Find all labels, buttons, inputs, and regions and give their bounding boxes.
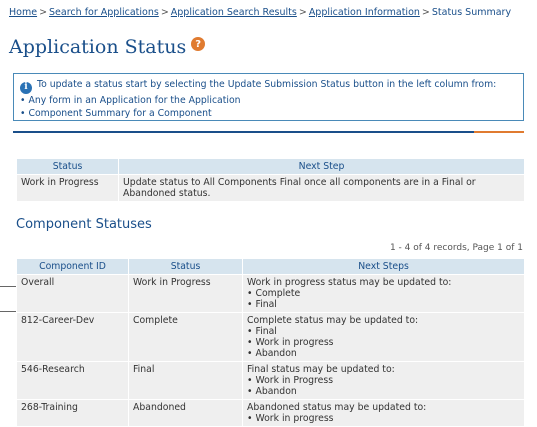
- application-status-table: Status Next Step Work in Progress Update…: [16, 158, 525, 202]
- info-icon: i: [20, 81, 32, 94]
- table-row: Work in Progress Update status to All Co…: [16, 174, 525, 202]
- column-header-status: Status: [16, 158, 119, 175]
- next-step-cell: Update status to All Components Final on…: [118, 174, 525, 202]
- option-text: Work in progress: [255, 337, 334, 348]
- component-id-cell: 268-Training: [16, 399, 129, 427]
- next-steps-option: • Final: [247, 326, 277, 337]
- table-row: 268-Training Abandoned Abandoned status …: [16, 399, 525, 427]
- component-status-cell: Final: [128, 361, 243, 400]
- column-header-status: Status: [128, 258, 243, 275]
- table-row: 546-Research Final Final status may be u…: [16, 361, 525, 400]
- option-text: Work in progress: [255, 413, 334, 424]
- breadcrumb-search-link[interactable]: Search for Applications: [49, 7, 159, 18]
- next-steps-option: • Complete: [247, 288, 301, 299]
- table-row: 812-Career-Dev Complete Complete status …: [16, 312, 525, 362]
- component-status-cell: Work in Progress: [128, 274, 243, 313]
- next-steps-lead: Abandoned status may be updated to:: [247, 402, 427, 413]
- component-id-cell: Overall: [16, 274, 129, 313]
- breadcrumb-separator: >: [160, 7, 169, 18]
- page-title: Application Status: [9, 36, 187, 58]
- next-steps-cell: Complete status may be updated to: • Fin…: [242, 312, 525, 362]
- status-cell: Work in Progress: [16, 174, 119, 202]
- option-text: Work in Progress: [255, 375, 334, 386]
- info-lead-text: To update a status start by selecting th…: [36, 79, 497, 90]
- next-steps-cell: Work in progress status may be updated t…: [242, 274, 525, 313]
- edge-marker-line: [0, 286, 16, 287]
- next-steps-option: • Abandon: [247, 386, 297, 397]
- next-steps-cell: Abandoned status may be updated to: • Wo…: [242, 399, 525, 427]
- records-info: 1 - 4 of 4 records, Page 1 of 1: [389, 243, 523, 253]
- component-statuses-table: Component ID Status Next Steps Overall W…: [16, 258, 525, 427]
- component-id-cell: 812-Career-Dev: [16, 312, 129, 362]
- component-status-cell: Complete: [128, 312, 243, 362]
- info-bullet: • Any form in an Application for the App…: [20, 94, 241, 106]
- table-row: Overall Work in Progress Work in progres…: [16, 274, 525, 313]
- option-text: Abandon: [255, 386, 297, 397]
- next-steps-option: • Abandon: [247, 348, 297, 359]
- next-steps-cell: Final status may be updated to: • Work i…: [242, 361, 525, 400]
- component-status-cell: Abandoned: [128, 399, 243, 427]
- info-box: i To update a status start by selecting …: [13, 73, 524, 121]
- breadcrumb-search-results-link[interactable]: Application Search Results: [171, 7, 297, 18]
- component-id-cell: 546-Research: [16, 361, 129, 400]
- option-text: Final: [255, 326, 277, 337]
- info-lead-line: i To update a status start by selecting …: [20, 78, 517, 94]
- next-steps-option: • Work in progress: [247, 337, 334, 348]
- column-header-component-id: Component ID: [16, 258, 129, 275]
- title-row: Application Status ?: [9, 36, 206, 58]
- breadcrumb-application-info-link[interactable]: Application Information: [309, 7, 420, 18]
- next-steps-lead: Complete status may be updated to:: [247, 315, 419, 326]
- next-steps-option: • Work in Progress: [247, 375, 334, 386]
- option-text: Abandon: [255, 348, 297, 359]
- breadcrumb-home-link[interactable]: Home: [9, 7, 37, 18]
- breadcrumb-separator: >: [298, 7, 307, 18]
- info-bullet-text: Component Summary for a Component: [28, 108, 212, 120]
- info-bullet-text: Any form in an Application for the Appli…: [28, 94, 241, 106]
- edge-marker-line: [0, 311, 16, 312]
- option-text: Complete: [255, 288, 301, 299]
- divider-accent: [474, 131, 524, 133]
- next-steps-option: • Final: [247, 299, 277, 310]
- section-divider: [13, 131, 524, 133]
- next-steps-lead: Work in progress status may be updated t…: [247, 277, 452, 288]
- breadcrumb-separator: >: [39, 7, 48, 18]
- help-icon[interactable]: ?: [191, 37, 206, 51]
- option-text: Final: [255, 299, 277, 310]
- breadcrumb-separator: >: [421, 7, 430, 18]
- info-bullet: • Component Summary for a Component: [20, 108, 212, 120]
- next-steps-option: • Work in progress: [247, 413, 334, 424]
- next-steps-lead: Final status may be updated to:: [247, 364, 395, 375]
- component-statuses-title: Component Statuses: [16, 217, 152, 232]
- column-header-next-step: Next Step: [118, 158, 525, 175]
- column-header-next-steps: Next Steps: [242, 258, 525, 275]
- breadcrumb-current: Status Summary: [431, 7, 512, 18]
- breadcrumb: Home > Search for Applications > Application…: [9, 7, 511, 18]
